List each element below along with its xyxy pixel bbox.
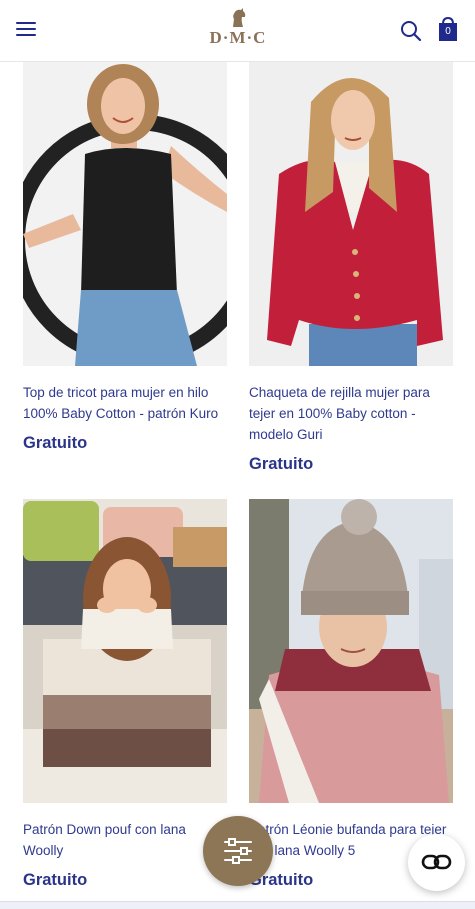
product-title[interactable]: Patrón Down pouf con lana Woolly (23, 819, 227, 861)
logo-text: D·M·C (209, 28, 267, 47)
bottom-divider (0, 901, 475, 909)
product-card[interactable]: Top de tricot para mujer en hilo 100% Ba… (23, 62, 227, 453)
product-image[interactable] (249, 499, 453, 803)
filter-button[interactable] (203, 816, 273, 886)
product-price: Gratuito (23, 871, 88, 889)
filter-sliders-icon (224, 838, 252, 864)
product-title[interactable]: Top de tricot para mujer en hilo 100% Ba… (23, 382, 227, 424)
product-price: Gratuito (23, 434, 88, 452)
product-title[interactable]: Chaqueta de rejilla mujer para tejer en … (249, 382, 453, 445)
product-card[interactable]: Patrón Down pouf con lana Woolly Gratuit… (23, 499, 227, 890)
product-card[interactable]: Patrón Léonie bufanda para tejer con lan… (249, 499, 453, 890)
horse-logo-icon (233, 8, 246, 27)
dmc-logo[interactable]: D·M·C (198, 8, 278, 54)
chat-button[interactable] (408, 834, 465, 891)
product-price: Gratuito (249, 455, 314, 473)
chat-link-icon (421, 854, 452, 870)
search-icon[interactable] (400, 20, 422, 42)
cart-count-badge: 0 (445, 26, 451, 37)
hamburger-menu-icon[interactable] (16, 20, 38, 38)
product-image[interactable] (23, 499, 227, 803)
shopping-bag-button[interactable]: 0 (437, 16, 459, 42)
product-image[interactable] (249, 62, 453, 366)
product-card[interactable]: Chaqueta de rejilla mujer para tejer en … (249, 62, 453, 474)
product-image[interactable] (23, 62, 227, 366)
site-header: D·M·C 0 (0, 0, 475, 62)
